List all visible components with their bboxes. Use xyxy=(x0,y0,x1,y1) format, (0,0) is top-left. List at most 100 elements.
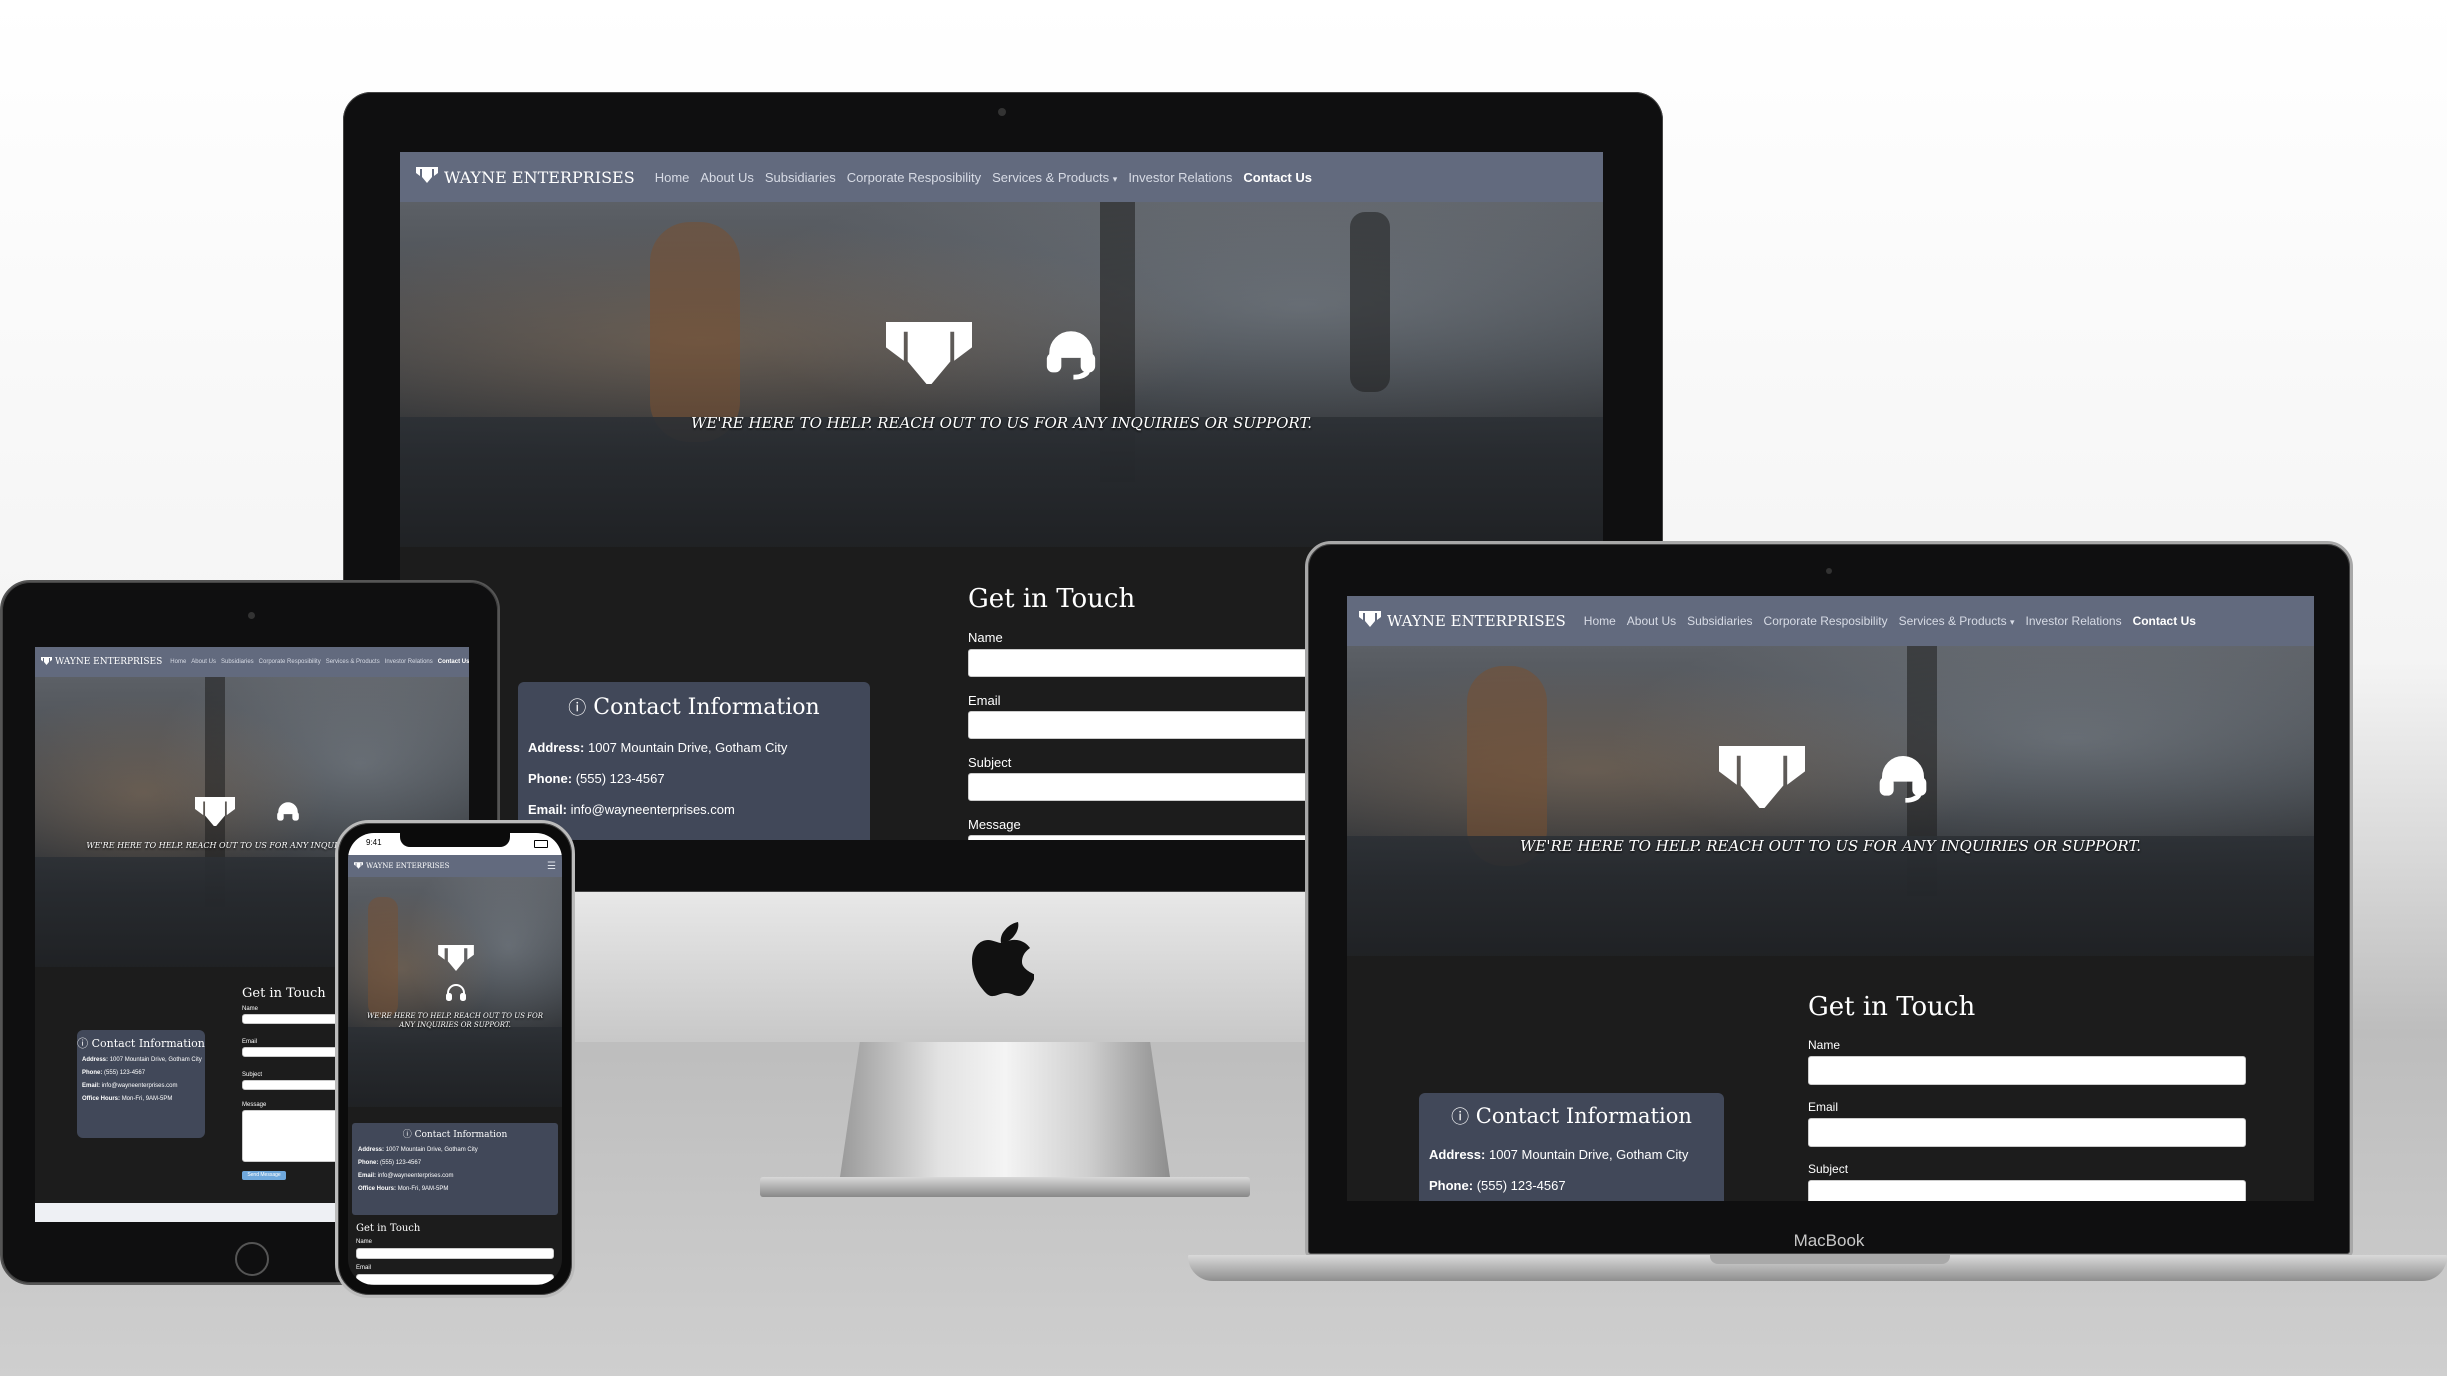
email-field-label: Email xyxy=(968,693,1001,708)
brand[interactable]: WAYNE ENTERPRISES xyxy=(354,861,450,871)
hero-bg-desk xyxy=(348,1027,562,1107)
nav-services-products[interactable]: Services & Products ▾ xyxy=(992,170,1117,185)
nav-investor-relations[interactable]: Investor Relations xyxy=(2026,614,2122,628)
name-input[interactable] xyxy=(1808,1056,2246,1085)
message-label: Message xyxy=(242,1102,267,1108)
address-line: Address: 1007 Mountain Drive, Gotham Cit… xyxy=(528,740,870,755)
nav-about-us[interactable]: About Us xyxy=(191,659,216,665)
address-line: Address: 1007 Mountain Drive, Gotham Cit… xyxy=(82,1057,205,1063)
nav-home[interactable]: Home xyxy=(170,659,186,665)
nav-corporate-responsibility[interactable]: Corporate Resposibility xyxy=(259,659,321,665)
hero-bg-person xyxy=(368,897,398,1017)
subject-input[interactable] xyxy=(1808,1180,2246,1201)
nav-subsidiaries[interactable]: Subsidiaries xyxy=(765,170,836,185)
macbook-screen: WAYNE ENTERPRISES Home About Us Subsidia… xyxy=(1347,596,2314,1201)
hero-logo xyxy=(1717,744,1931,813)
hours-line: Office Hours: Mon-Fri, 9AM-5PM xyxy=(82,1096,205,1102)
imac-stand-foot xyxy=(760,1177,1250,1197)
hero-banner: WE'RE HERE TO HELP. REACH OUT TO US FOR … xyxy=(1347,646,2314,956)
name-input[interactable] xyxy=(356,1248,554,1259)
hero-tagline: WE'RE HERE TO HELP. REACH OUT TO US FOR … xyxy=(1520,837,2141,855)
info-icon: ⓘ xyxy=(77,1037,89,1050)
email-value[interactable]: info@wayneenterprises.com xyxy=(378,1173,454,1179)
message-label: Message xyxy=(968,817,1021,832)
wayne-logo-icon xyxy=(416,167,438,187)
phone-value: (555) 123-4567 xyxy=(104,1070,146,1076)
hours-value: Mon-Fri, 9AM-5PM xyxy=(397,1186,449,1192)
navbar: WAYNE ENTERPRISES Home About Us Subsidia… xyxy=(400,152,1603,202)
send-message-button[interactable]: Send Message xyxy=(242,1171,286,1180)
email-line: Email: info@wayneenterprises.com xyxy=(528,802,870,817)
phone-line: Phone: (555) 123-4567 xyxy=(1429,1178,1724,1193)
nav-about-us[interactable]: About Us xyxy=(1627,614,1676,628)
nav-home[interactable]: Home xyxy=(655,170,690,185)
phone-label: Phone: xyxy=(82,1070,103,1076)
ipad-home-button[interactable] xyxy=(235,1242,269,1276)
nav-investor-relations[interactable]: Investor Relations xyxy=(1128,170,1232,185)
nav-home[interactable]: Home xyxy=(1584,614,1616,628)
headset-icon xyxy=(275,799,301,830)
wayne-logo-icon xyxy=(194,796,236,831)
wayne-logo-icon xyxy=(884,320,974,389)
nav-contact-us[interactable]: Contact Us xyxy=(438,659,469,665)
nav-services-products[interactable]: Services & Products xyxy=(326,659,380,665)
hours-line: Office Hours: Mon-Fri, 9AM-5PM xyxy=(358,1186,558,1192)
info-icon: ⓘ xyxy=(1451,1107,1470,1128)
phone-value: (555) 123-4567 xyxy=(1476,1178,1566,1193)
hero-tagline: WE'RE HERE TO HELP. REACH OUT TO US FOR … xyxy=(367,1012,543,1029)
dropdown-caret-icon: ▾ xyxy=(1112,173,1118,184)
phone-value: (555) 123-4567 xyxy=(380,1160,422,1166)
headset-icon xyxy=(1875,749,1931,810)
headset-icon xyxy=(444,981,468,1010)
nav-investor-relations[interactable]: Investor Relations xyxy=(385,659,433,665)
email-field-label: Email xyxy=(242,1039,258,1045)
name-label: Name xyxy=(968,630,1003,645)
nav-corporate-responsibility[interactable]: Corporate Resposibility xyxy=(1764,614,1888,628)
wayne-logo-icon xyxy=(1359,611,1381,631)
nav-corporate-responsibility[interactable]: Corporate Resposibility xyxy=(847,170,981,185)
ipad-camera xyxy=(248,612,255,619)
form-title: Get in Touch xyxy=(1808,992,1976,1022)
contact-info-card: ⓘ Contact Information Address: 1007 Moun… xyxy=(518,682,870,840)
macbook-notch xyxy=(1710,1255,1950,1264)
nav-contact-us[interactable]: Contact Us xyxy=(1243,170,1312,185)
brand-name: WAYNE ENTERPRISES xyxy=(444,167,635,187)
email-line: Email: info@wayneenterprises.com xyxy=(82,1083,205,1089)
nav-subsidiaries[interactable]: Subsidiaries xyxy=(221,659,254,665)
brand[interactable]: WAYNE ENTERPRISES xyxy=(416,167,635,187)
nav-about-us[interactable]: About Us xyxy=(700,170,753,185)
imac-stand-neck xyxy=(840,1042,1170,1177)
nav-services-products[interactable]: Services & Products ▾ xyxy=(1899,614,2015,628)
hero-bg-desk xyxy=(400,417,1603,547)
navbar: WAYNE ENTERPRISES ☰ xyxy=(348,855,562,877)
contact-info-title: Contact Information xyxy=(1475,1104,1692,1128)
email-value[interactable]: info@wayneenterprises.com xyxy=(102,1083,178,1089)
nav-services-label: Services & Products xyxy=(992,169,1110,185)
info-icon: ⓘ xyxy=(568,698,587,719)
iphone-notch xyxy=(400,833,510,847)
email-input[interactable] xyxy=(1808,1118,2246,1147)
apple-logo-icon xyxy=(970,920,1036,1000)
hours-label: Office Hours: xyxy=(358,1186,397,1192)
brand-name: WAYNE ENTERPRISES xyxy=(1387,612,1566,630)
nav-subsidiaries[interactable]: Subsidiaries xyxy=(1687,614,1752,628)
hamburger-menu-icon[interactable]: ☰ xyxy=(547,861,556,872)
email-input[interactable] xyxy=(356,1274,554,1285)
phone-label: Phone: xyxy=(1429,1178,1474,1193)
macbook-camera xyxy=(1826,568,1832,574)
nav-contact-us[interactable]: Contact Us xyxy=(2133,614,2196,628)
hero-logo xyxy=(884,320,1100,389)
hero-bg-person xyxy=(1350,212,1390,392)
hero-logo xyxy=(194,796,301,831)
status-time: 9:41 xyxy=(366,838,382,847)
brand[interactable]: WAYNE ENTERPRISES xyxy=(1359,611,1566,631)
headset-icon xyxy=(1042,324,1100,387)
name-label: Name xyxy=(356,1239,373,1245)
email-value[interactable]: info@wayneenterprises.com xyxy=(571,802,735,817)
form-title: Get in Touch xyxy=(242,986,326,1001)
brand-name: WAYNE ENTERPRISES xyxy=(366,862,450,870)
contact-info-card: ⓘ Contact Information Address: 1007 Moun… xyxy=(77,1030,205,1138)
nav-services-label: Services & Products xyxy=(1898,614,2007,628)
brand[interactable]: WAYNE ENTERPRISES xyxy=(41,656,162,668)
contact-info-title: Contact Information xyxy=(91,1037,205,1050)
